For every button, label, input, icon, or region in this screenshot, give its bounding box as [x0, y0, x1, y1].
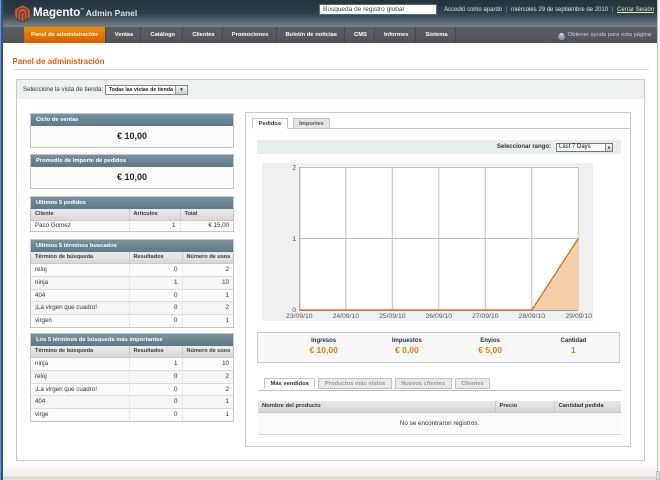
svg-text:23/09/10: 23/09/10	[286, 313, 313, 320]
svg-text:1: 1	[292, 236, 296, 243]
svg-text:28/09/10: 28/09/10	[519, 313, 546, 320]
svg-text:2: 2	[292, 165, 296, 172]
svg-text:25/09/10: 25/09/10	[379, 313, 406, 320]
svg-text:26/09/10: 26/09/10	[426, 313, 453, 320]
svg-text:27/09/10: 27/09/10	[472, 313, 499, 320]
svg-text:24/09/10: 24/09/10	[333, 313, 360, 320]
svg-text:29/09/10: 29/09/10	[566, 313, 593, 320]
